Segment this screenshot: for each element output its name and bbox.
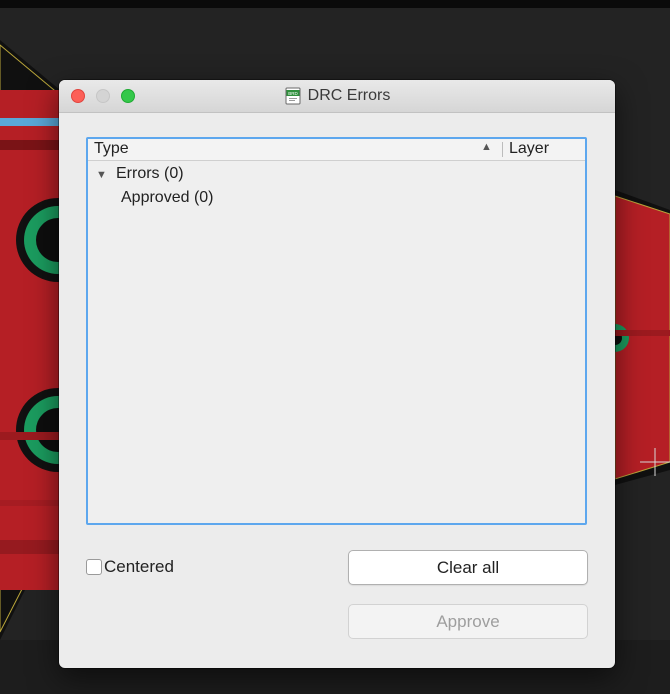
- board-file-icon: BRD: [284, 87, 302, 105]
- svg-text:BRD: BRD: [288, 91, 298, 96]
- column-header-type[interactable]: Type: [94, 140, 129, 158]
- centered-checkbox[interactable]: [86, 559, 102, 575]
- approve-button[interactable]: Approve: [348, 604, 588, 639]
- title-wrap: BRD DRC Errors: [59, 80, 615, 112]
- title-bar[interactable]: BRD DRC Errors: [59, 80, 615, 113]
- disclosure-triangle-icon[interactable]: ▼: [96, 164, 116, 186]
- top-strip: [0, 0, 670, 8]
- tree-row-errors[interactable]: ▼ Errors (0): [96, 163, 184, 185]
- tree-row-label: Errors (0): [116, 165, 184, 182]
- tree-row-approved[interactable]: Approved (0): [121, 187, 214, 209]
- window-title: DRC Errors: [307, 87, 391, 104]
- clear-all-button[interactable]: Clear all: [348, 550, 588, 585]
- centered-label[interactable]: Centered: [104, 557, 174, 577]
- tree-row-label: Approved (0): [121, 189, 214, 206]
- column-separator[interactable]: [502, 142, 503, 157]
- column-header-layer[interactable]: Layer: [509, 140, 549, 158]
- drc-errors-window: BRD DRC Errors Type ▲ Layer ▼ Errors (0) …: [59, 80, 615, 668]
- sort-ascending-icon[interactable]: ▲: [481, 141, 492, 153]
- centered-option[interactable]: Centered: [86, 557, 174, 577]
- tree-header: Type ▲ Layer: [88, 139, 585, 161]
- drc-error-tree[interactable]: Type ▲ Layer ▼ Errors (0) Approved (0): [86, 137, 587, 525]
